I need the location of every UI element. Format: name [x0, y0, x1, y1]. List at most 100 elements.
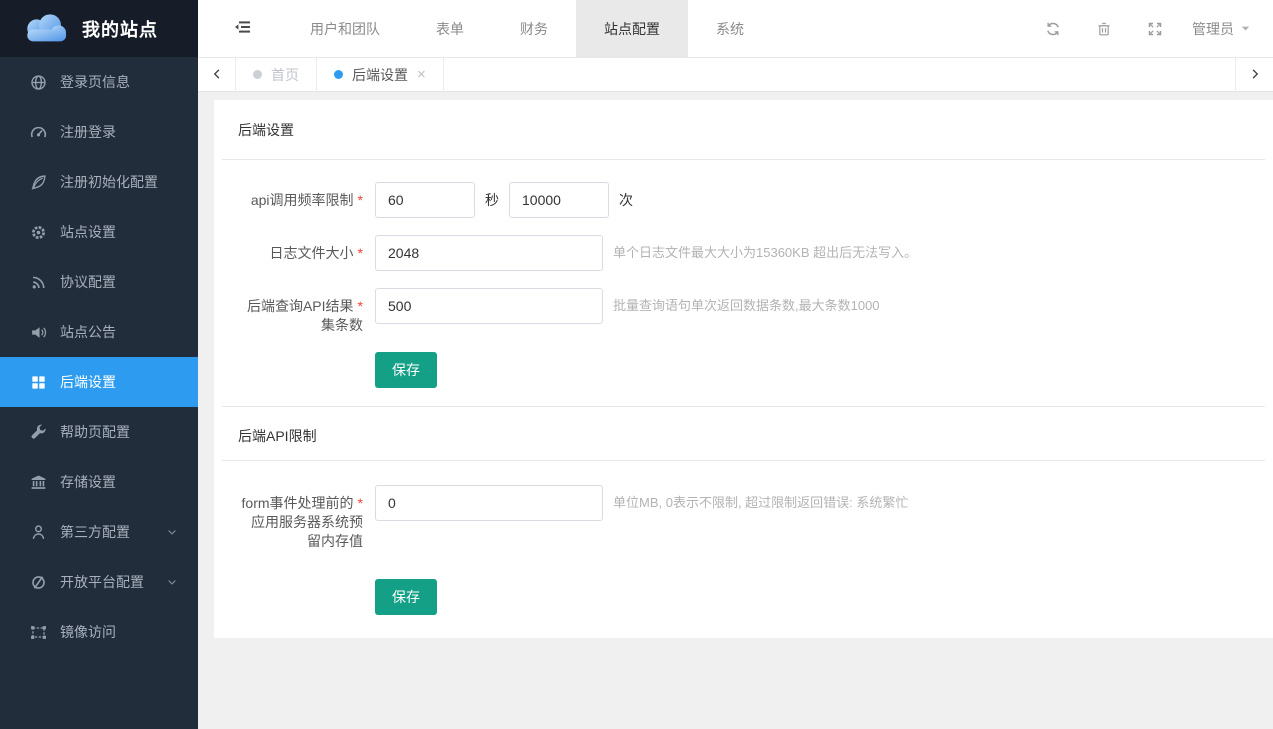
- topnav-item[interactable]: 财务: [492, 0, 576, 57]
- tab-bar: 首页 后端设置 ×: [198, 57, 1273, 92]
- form-row-reserved-memory: form事件处理前的* 应用服务器系统预 留内存值 单位MB, 0表示不限制, …: [238, 485, 1249, 551]
- save-button[interactable]: 保存: [375, 579, 437, 615]
- required-asterisk: *: [358, 298, 363, 314]
- fullscreen-icon[interactable]: [1129, 21, 1180, 37]
- topnav-right: 管理员: [1027, 0, 1273, 57]
- tab-dot: [334, 70, 343, 79]
- sidebar-item[interactable]: 存储设置: [0, 457, 198, 507]
- caret-down-icon: [1240, 23, 1251, 34]
- sidebar-item[interactable]: 后端设置: [0, 357, 198, 407]
- tab-dot: [253, 70, 262, 79]
- form-row-api-result-count: 后端查询API结果* 集条数 批量查询语句单次返回数据条数,最大条数1000: [238, 288, 1249, 335]
- sidebar-item-label: 第三方配置: [60, 522, 130, 542]
- required-asterisk: *: [358, 495, 363, 511]
- tabs-scroll-right-button[interactable]: [1235, 58, 1273, 91]
- topnav-item[interactable]: 用户和团队: [282, 0, 408, 57]
- sidebar-menu: 登录页信息注册登录注册初始化配置站点设置协议配置站点公告后端设置帮助页配置存储设…: [0, 57, 198, 657]
- unit-times-label: 次: [619, 182, 633, 218]
- section-title-backend-api-limit: 后端API限制: [238, 424, 1249, 446]
- top-nav: 用户和团队表单财务站点配置系统 管理员: [198, 0, 1273, 57]
- sidebar-item-label: 开放平台配置: [60, 572, 144, 592]
- sidebar-item[interactable]: 帮助页配置: [0, 407, 198, 457]
- backend-settings-form: api调用频率限制* 秒 次 日志文件大小*: [238, 160, 1249, 388]
- refresh-icon[interactable]: [1027, 21, 1078, 37]
- sidebar-item[interactable]: 站点公告: [0, 307, 198, 357]
- required-asterisk: *: [358, 245, 363, 261]
- api-result-count-input[interactable]: [375, 288, 603, 324]
- person-icon: [30, 524, 47, 541]
- sidebar-item[interactable]: 登录页信息: [0, 57, 198, 107]
- tab-label: 后端设置: [352, 65, 408, 85]
- sidebar-item-label: 注册初始化配置: [60, 172, 158, 192]
- sidebar-item[interactable]: 注册初始化配置: [0, 157, 198, 207]
- field-label: form事件处理前的* 应用服务器系统预 留内存值: [238, 485, 363, 551]
- api-rate-count-input[interactable]: [509, 182, 609, 218]
- topnav-item[interactable]: 表单: [408, 0, 492, 57]
- sidebar-item-label: 注册登录: [60, 122, 116, 142]
- sidebar-item-label: 登录页信息: [60, 72, 130, 92]
- topnav-actions: [1027, 21, 1180, 37]
- grid-icon: [30, 374, 47, 391]
- user-name: 管理员: [1192, 19, 1234, 39]
- backend-api-limit-form: form事件处理前的* 应用服务器系统预 留内存值 单位MB, 0表示不限制, …: [238, 461, 1249, 615]
- sidebar-item[interactable]: 第三方配置: [0, 507, 198, 557]
- field-hint: 单位MB, 0表示不限制, 超过限制返回错误: 系统繁忙: [613, 485, 908, 521]
- chevron-right-icon: [1249, 67, 1261, 83]
- chevron-down-icon: [166, 576, 178, 588]
- speaker-icon: [30, 324, 47, 341]
- sidebar-item[interactable]: 注册登录: [0, 107, 198, 157]
- wrench-icon: [30, 424, 47, 441]
- topnav-item[interactable]: 系统: [688, 0, 772, 57]
- user-menu[interactable]: 管理员: [1180, 19, 1273, 39]
- topnav-item[interactable]: 站点配置: [576, 0, 688, 57]
- tab-list: 首页 后端设置 ×: [236, 58, 444, 91]
- tab-label: 首页: [271, 65, 299, 85]
- outdent-icon: [234, 19, 254, 38]
- save-button[interactable]: 保存: [375, 352, 437, 388]
- content-area: 后端设置 api调用频率限制* 秒 次: [198, 92, 1273, 729]
- sidebar-item-label: 存储设置: [60, 472, 116, 492]
- object-group-icon: [30, 624, 47, 641]
- pen-icon: [30, 174, 47, 191]
- form-row-log-file-size: 日志文件大小* 单个日志文件最大大小为15360KB 超出后无法写入。: [238, 235, 1249, 271]
- sidebar-item[interactable]: 开放平台配置: [0, 557, 198, 607]
- globe-icon: [30, 74, 47, 91]
- settings-card: 后端设置 api调用频率限制* 秒 次: [214, 100, 1273, 638]
- sidebar-item-label: 协议配置: [60, 272, 116, 292]
- sidebar-item[interactable]: 镜像访问: [0, 607, 198, 657]
- sidebar-item-label: 站点公告: [60, 322, 116, 342]
- reserved-memory-input[interactable]: [375, 485, 603, 521]
- gear-icon: [30, 224, 47, 241]
- sidebar-item-label: 站点设置: [60, 222, 116, 242]
- bank-icon: [30, 474, 47, 491]
- field-label: api调用频率限制*: [238, 182, 363, 210]
- circle-slash-icon: [30, 574, 47, 591]
- tabs-scroll-left-button[interactable]: [198, 58, 236, 91]
- sidebar-collapse-button[interactable]: [198, 0, 282, 57]
- section-title-backend-settings: 后端设置: [238, 118, 1249, 140]
- field-label: 日志文件大小*: [238, 235, 363, 263]
- tab[interactable]: 后端设置 ×: [317, 58, 444, 91]
- field-hint: 批量查询语句单次返回数据条数,最大条数1000: [613, 288, 880, 324]
- sidebar-item[interactable]: 站点设置: [0, 207, 198, 257]
- rss-icon: [30, 274, 47, 291]
- form-row-api-rate-limit: api调用频率限制* 秒 次: [238, 182, 1249, 218]
- sidebar: 我的站点 登录页信息注册登录注册初始化配置站点设置协议配置站点公告后端设置帮助页…: [0, 0, 198, 729]
- sidebar-item[interactable]: 协议配置: [0, 257, 198, 307]
- chevron-down-icon: [166, 526, 178, 538]
- tab[interactable]: 首页: [236, 58, 317, 91]
- sidebar-item-label: 后端设置: [60, 372, 116, 392]
- log-file-size-input[interactable]: [375, 235, 603, 271]
- divider: [222, 406, 1265, 407]
- close-icon[interactable]: ×: [417, 67, 426, 82]
- app-logo[interactable]: 我的站点: [0, 0, 198, 57]
- trash-icon[interactable]: [1078, 21, 1129, 37]
- field-hint: 单个日志文件最大大小为15360KB 超出后无法写入。: [613, 235, 917, 271]
- sidebar-item-label: 镜像访问: [60, 622, 116, 642]
- topnav-items: 用户和团队表单财务站点配置系统: [282, 0, 772, 57]
- tachometer-icon: [30, 124, 47, 141]
- api-rate-seconds-input[interactable]: [375, 182, 475, 218]
- required-asterisk: *: [358, 192, 363, 208]
- cloud-logo-icon: [18, 9, 72, 48]
- field-label: 后端查询API结果* 集条数: [238, 288, 363, 335]
